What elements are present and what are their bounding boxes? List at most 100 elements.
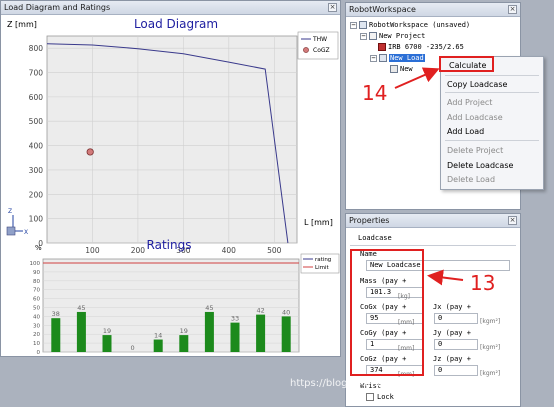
- ratings-legend-limit: Limit: [315, 265, 329, 271]
- ratings-y-tick: 80: [33, 279, 40, 285]
- rating-value-label: 45: [205, 304, 213, 312]
- load-x-axis-label: L [mm]: [304, 218, 333, 227]
- ratings-title: Ratings: [147, 238, 192, 252]
- rating-value-label: 0: [131, 344, 135, 352]
- jx-unit: [kgm²]: [480, 318, 501, 325]
- menu-separator: [445, 75, 539, 76]
- rating-category-label: T3: [256, 355, 265, 356]
- ratings-y-tick: 40: [33, 314, 40, 320]
- x-tick-label: 500: [267, 246, 282, 255]
- menu-add-project[interactable]: Add Project: [447, 98, 492, 107]
- rating-bar: [76, 311, 86, 352]
- rating-bar: [256, 314, 266, 352]
- workspace-titlebar[interactable]: RobotWorkspace: [346, 3, 520, 17]
- ratings-y-label: %: [35, 244, 42, 252]
- menu-add-load[interactable]: Add Load: [447, 127, 484, 136]
- lock-checkbox[interactable]: [366, 393, 374, 401]
- lock-label: Lock: [377, 393, 394, 401]
- x-tick-label: 100: [85, 246, 100, 255]
- tree-item-robot[interactable]: IRB 6700 -235/2.65: [378, 42, 464, 52]
- jx-field[interactable]: 0: [434, 313, 478, 324]
- menu-separator: [445, 92, 539, 93]
- ratings-y-tick: 10: [33, 341, 40, 347]
- y-tick-label: 400: [29, 142, 44, 151]
- menu-delete-loadcase[interactable]: Delete Loadcase: [447, 161, 513, 170]
- rating-category-label: J5: [154, 355, 161, 356]
- y-tick-label: 700: [29, 69, 44, 78]
- rating-category-label: J6: [129, 355, 136, 356]
- load-window-close-icon[interactable]: ×: [328, 3, 337, 12]
- x-tick-label: 400: [222, 246, 237, 255]
- legend-cogz: CoGZ: [313, 47, 330, 54]
- collapse-icon[interactable]: −: [360, 32, 367, 40]
- menu-add-loadcase[interactable]: Add Loadcase: [447, 113, 503, 122]
- rating-category-label: CoGL: [98, 355, 116, 356]
- rating-bar: [204, 311, 214, 352]
- load-legend: THW CoGZ: [297, 31, 339, 60]
- jz-field[interactable]: 0: [434, 365, 478, 376]
- rating-category-label: T4: [230, 355, 239, 356]
- legend-thw: THW: [312, 36, 327, 43]
- rating-bar: [102, 335, 112, 352]
- load-window-titlebar[interactable]: Load Diagram and Ratings: [1, 1, 340, 15]
- ratings-y-tick: 100: [30, 261, 41, 267]
- load-diagram-window: Load Diagram and Ratings × Load Diagram …: [0, 0, 341, 357]
- rating-bar: [51, 318, 61, 352]
- rating-value-label: 19: [180, 327, 188, 335]
- jz-unit: [kgm²]: [480, 370, 501, 377]
- ratings-legend-rating: rating: [315, 257, 331, 263]
- rating-category-label: T5: [204, 355, 213, 356]
- jz-label: Jz (pay +: [433, 355, 471, 363]
- menu-delete-project[interactable]: Delete Project: [447, 146, 503, 155]
- tree-item-workspace[interactable]: − RobotWorkspace (unsaved): [350, 20, 470, 30]
- rating-bar: [230, 322, 240, 352]
- rating-bar: [153, 339, 163, 352]
- jx-label: Jx (pay +: [433, 303, 471, 311]
- rating-value-label: 14: [154, 332, 162, 340]
- tree-item-project[interactable]: − New Project: [360, 31, 425, 41]
- ratings-legend: rating Limit: [300, 253, 340, 274]
- svg-text:Z: Z: [8, 208, 12, 215]
- workspace-close-icon[interactable]: ×: [508, 5, 517, 14]
- ratings-y-tick: 60: [33, 297, 40, 303]
- collapse-icon[interactable]: −: [350, 21, 357, 29]
- y-tick-label: 200: [29, 190, 44, 199]
- rating-value-label: 38: [52, 310, 60, 318]
- jy-field[interactable]: 0: [434, 339, 478, 350]
- ratings-y-tick: 90: [33, 270, 40, 276]
- workspace-icon: [359, 21, 367, 29]
- y-tick-label: 100: [29, 215, 44, 224]
- collapse-icon[interactable]: −: [370, 54, 377, 62]
- calculate-highlight-box: [439, 56, 494, 72]
- rating-category-label: T6: [179, 355, 188, 356]
- rating-bar: [179, 335, 189, 352]
- rating-category-label: THW: [47, 355, 64, 356]
- load-plot-area: [46, 35, 298, 244]
- loadcase-icon: [379, 54, 387, 62]
- properties-close-icon[interactable]: ×: [508, 216, 517, 225]
- menu-separator: [445, 140, 539, 141]
- menu-copy-loadcase[interactable]: Copy Loadcase: [447, 80, 507, 89]
- cogz-point: [86, 148, 94, 156]
- ratings-y-tick: 70: [33, 288, 40, 294]
- tree-item-load[interactable]: New: [390, 64, 413, 74]
- x-tick-label: 200: [131, 246, 146, 255]
- loadcase-group-label: Loadcase: [358, 234, 392, 242]
- watermark: https://blog.csdn.net/sdzwangyanxin: [290, 378, 475, 389]
- load-diagram-title: Load Diagram: [134, 17, 218, 31]
- ratings-y-tick: 50: [33, 306, 40, 312]
- y-tick-label: 600: [29, 93, 44, 102]
- load-icon: [390, 65, 398, 73]
- properties-title: Properties: [349, 216, 390, 225]
- tree-item-loadcase[interactable]: − New Load: [370, 53, 425, 63]
- rating-bar: [281, 316, 291, 352]
- properties-titlebar[interactable]: Properties: [346, 214, 520, 228]
- rating-category-label: T2: [281, 355, 290, 356]
- rating-category-label: CoGZ: [72, 355, 91, 356]
- ratings-y-tick: 20: [33, 332, 40, 338]
- robot-icon: [378, 43, 386, 51]
- loadcase-group-line: [350, 245, 516, 246]
- menu-delete-load[interactable]: Delete Load: [447, 175, 495, 184]
- load-diagram-chart: Load Diagram Z [mm] L [mm] 0100200300400…: [1, 15, 340, 356]
- rating-value-label: 33: [231, 315, 239, 323]
